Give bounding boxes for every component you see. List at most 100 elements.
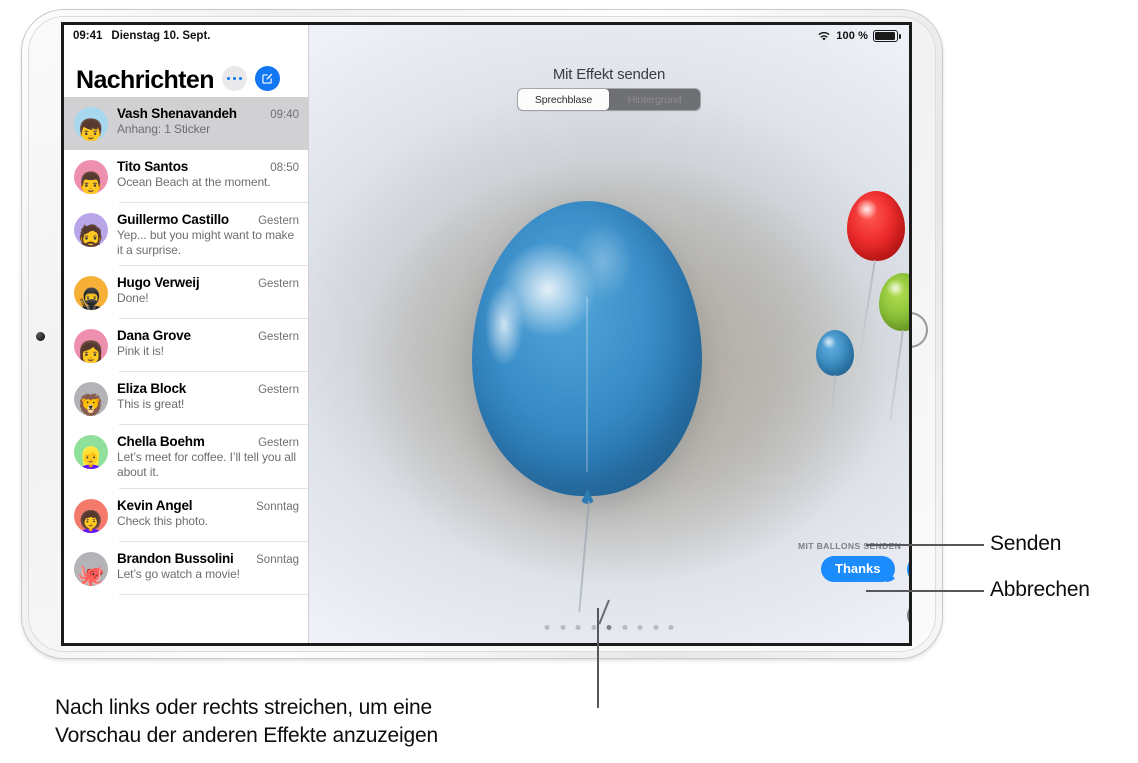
avatar: 🥷 (74, 276, 108, 311)
message-preview: Let’s meet for coffee. I’ll tell you all… (117, 450, 296, 479)
contact-name: Hugo Verweij (117, 275, 200, 291)
message-time: Sonntag (256, 553, 299, 566)
contact-name: Tito Santos (117, 159, 189, 174)
page-title: Nachrichten (76, 66, 214, 94)
balloon-body (879, 273, 909, 331)
contact-name: Guillermo Castillo (117, 212, 229, 227)
swipe-note-line-1: Nach links oder rechts streichen, um ein… (55, 696, 432, 719)
message-preview: Let’s go watch a movie! (117, 566, 240, 581)
contact-name: Vash Shenavandeh (117, 106, 237, 121)
front-camera (36, 332, 45, 341)
contact-name: Eliza Block (117, 381, 187, 397)
big-blue-balloon (472, 201, 702, 613)
list-item[interactable]: 🦁 Eliza Block Gestern This is great! (64, 372, 308, 426)
page-dot[interactable] (622, 625, 627, 630)
avatar-emoji: 🦁 (77, 393, 105, 417)
compose-button[interactable] (254, 66, 280, 91)
page-dot[interactable] (544, 625, 550, 630)
cancel-button[interactable] (907, 602, 909, 629)
contact-name: Chella Boehm (117, 434, 205, 450)
message-time: Gestern (258, 215, 299, 227)
message-preview: Pink it is! (117, 344, 164, 359)
avatar: 👨 (74, 160, 108, 194)
ipad-device: 09:41 Dienstag 10. Sept. 100 % Nachricht (22, 10, 942, 658)
send-with-effect-panel: Mit Effekt senden Sprechblase Hintergrun… (309, 25, 909, 643)
avatar-emoji: 🧔 (77, 224, 105, 248)
sidebar-header: Nachrichten (64, 47, 308, 97)
callout-swipe-note: Nach links oder rechts streichen, um ein… (55, 694, 438, 749)
avatar-emoji: 🐙 (77, 562, 105, 586)
message-time: 09:40 (270, 109, 299, 121)
tab-sprechblase[interactable]: Sprechblase (518, 89, 609, 110)
message-preview: Yep... but you might want to make it a s… (117, 228, 295, 257)
message-bubble: Thanks (821, 556, 895, 582)
message-time: Gestern (258, 278, 299, 291)
balloon-highlight (567, 209, 639, 304)
avatar: 🐙 (74, 551, 108, 586)
page-dot[interactable] (575, 625, 581, 630)
message-preview: This is great! (117, 397, 185, 412)
compose-icon (262, 73, 273, 84)
avatar-emoji: 👩 (77, 340, 105, 364)
message-time: Gestern (258, 437, 299, 450)
contact-name: Kevin Angel (117, 497, 193, 513)
message-preview: Anhang: 1 Sticker (117, 122, 211, 136)
effect-type-segmented-control[interactable]: Sprechblase Hintergrund (518, 89, 700, 110)
conversation-list[interactable]: 👦 Vash Shenavandeh 09:40 Anhang: 1 Stick… (64, 97, 308, 643)
avatar: 👦 (74, 107, 108, 141)
avatar-emoji: 👱‍♀️ (77, 446, 105, 470)
message-preview: Check this photo. (117, 513, 209, 528)
avatar-emoji: 👨 (77, 171, 105, 195)
contact-name: Dana Grove (117, 328, 191, 344)
green-balloon (879, 273, 909, 425)
messages-sidebar: Nachrichten 👦 Vash Shenavandeh 09:40 Anh… (64, 25, 309, 643)
send-effect-label: MIT BALLONS SENDEN (798, 541, 902, 551)
page-dot[interactable] (637, 625, 643, 630)
balloon-string (829, 374, 836, 443)
leader-line-send (866, 544, 984, 546)
list-item[interactable]: 👩‍🦱 Kevin Angel Sonntag Check this photo… (64, 488, 308, 542)
list-item[interactable]: 👩 Dana Grove Gestern Pink it is! (64, 319, 308, 373)
list-item[interactable]: 🥷 Hugo Verweij Gestern Done! (64, 266, 308, 320)
page-dot-active[interactable] (606, 625, 612, 630)
page-dot[interactable] (653, 625, 658, 630)
avatar: 🧔 (74, 213, 108, 247)
balloon-body (816, 330, 854, 376)
balloon-body (847, 191, 905, 261)
avatar-emoji: 👩‍🦱 (77, 509, 105, 533)
balloon-string (578, 500, 590, 613)
list-item[interactable]: 🐙 Brandon Bussolini Sonntag Let’s go wat… (64, 541, 308, 595)
screenshot-root: 09:41 Dienstag 10. Sept. 100 % Nachricht (0, 0, 1138, 763)
avatar: 👩‍🦱 (74, 498, 108, 533)
leader-line-cancel (866, 590, 984, 592)
avatar-emoji: 🥷 (77, 287, 105, 311)
list-item[interactable]: 👦 Vash Shenavandeh 09:40 Anhang: 1 Stick… (64, 97, 308, 150)
message-preview: Done! (117, 291, 149, 306)
avatar: 🦁 (74, 382, 108, 417)
tab-hintergrund[interactable]: Hintergrund (609, 89, 700, 110)
swipe-note-line-2: Vorschau der anderen Effekte anzuzeigen (55, 723, 438, 747)
page-dot[interactable] (591, 625, 596, 630)
more-button[interactable] (221, 66, 247, 91)
avatar-emoji: 👦 (77, 118, 105, 142)
avatar: 👱‍♀️ (74, 435, 108, 470)
list-item[interactable]: 👱‍♀️ Chella Boehm Gestern Let’s meet for… (64, 425, 308, 489)
message-preview: Ocean Beach at the moment. (117, 175, 271, 189)
effect-panel-title: Mit Effekt senden (552, 66, 666, 83)
message-time: Gestern (258, 384, 299, 397)
callout-send: Senden (990, 532, 1062, 555)
ipad-screen: 09:41 Dienstag 10. Sept. 100 % Nachricht (64, 25, 909, 643)
contact-name: Brandon Bussolini (117, 550, 234, 566)
avatar: 👩 (74, 329, 108, 364)
list-item[interactable]: 👨 Tito Santos 08:50 Ocean Beach at the m… (64, 150, 308, 203)
page-dot[interactable] (668, 625, 674, 630)
message-time: Gestern (258, 331, 299, 344)
page-dot[interactable] (560, 625, 565, 630)
list-item[interactable]: 🧔 Guillermo Castillo Gestern Yep... but … (64, 203, 308, 267)
balloon-seam (586, 297, 588, 472)
effect-page-dots[interactable] (544, 625, 674, 630)
message-time: 08:50 (270, 162, 299, 174)
message-time: Sonntag (256, 500, 299, 513)
callout-cancel: Abbrechen (990, 578, 1090, 601)
send-button[interactable] (907, 556, 909, 583)
